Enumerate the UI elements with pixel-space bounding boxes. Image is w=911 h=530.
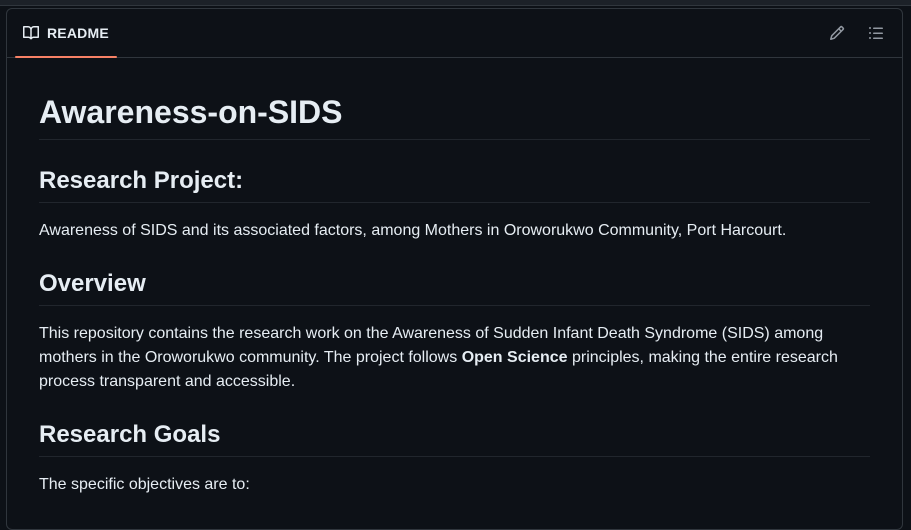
list-unordered-icon — [868, 25, 884, 41]
readme-content: Awareness-on-SIDS Research Project: Awar… — [39, 89, 870, 497]
tab-readme-label: README — [47, 25, 109, 41]
overview-text: This repository contains the research wo… — [39, 322, 870, 394]
book-icon — [23, 25, 39, 41]
heading-research-project: Research Project: — [39, 164, 870, 203]
research-project-text: Awareness of SIDS and its associated fac… — [39, 222, 787, 239]
pencil-icon — [829, 25, 845, 41]
outline-button[interactable] — [864, 21, 888, 45]
readme-header: README — [7, 9, 902, 58]
heading-research-goals: Research Goals — [39, 418, 870, 457]
active-tab-indicator — [15, 56, 117, 58]
tab-readme[interactable]: README — [15, 9, 117, 58]
readme-panel: README Awareness-on-SIDS Research Projec… — [6, 8, 903, 530]
readme-title: Awareness-on-SIDS — [39, 89, 870, 140]
edit-file-button[interactable] — [825, 21, 849, 45]
heading-overview: Overview — [39, 267, 870, 306]
overview-bold-open-science: Open Science — [461, 349, 568, 366]
research-goals-text: The specific objectives are to: — [39, 476, 250, 493]
window-top-strip — [0, 0, 911, 6]
